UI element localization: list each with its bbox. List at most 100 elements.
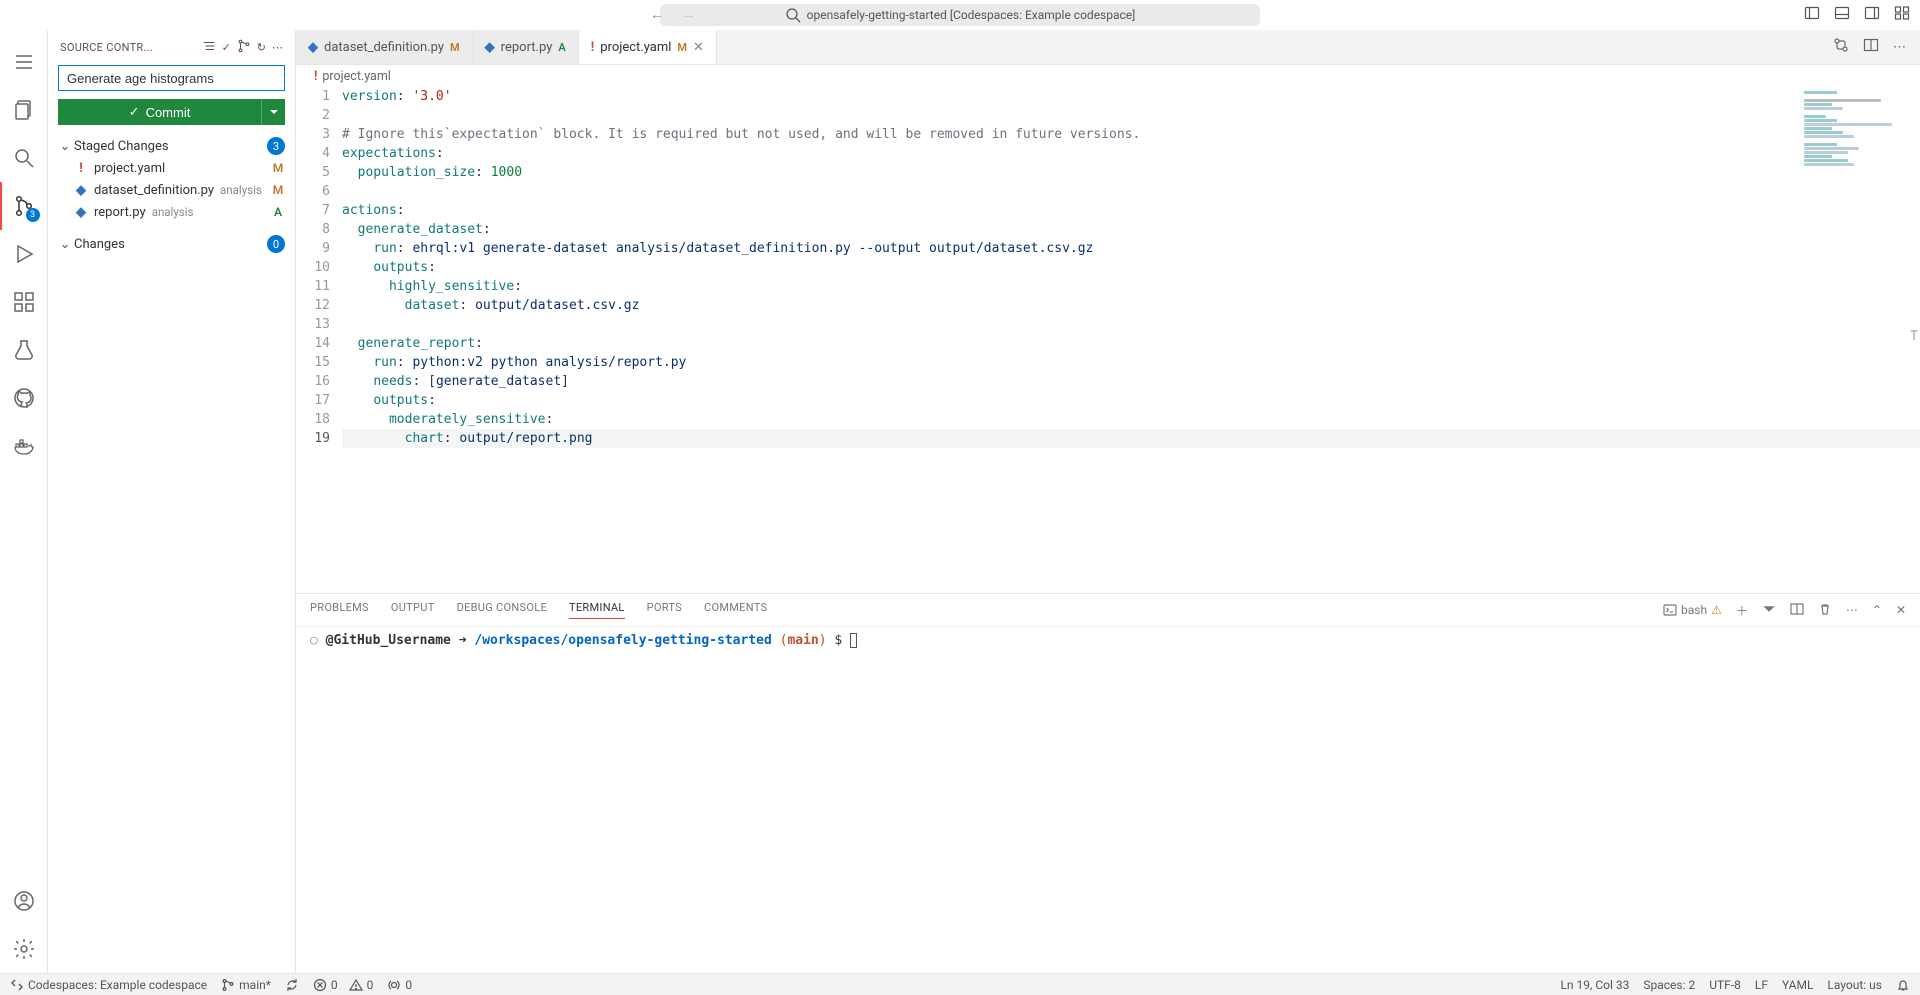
prompt-status-icon: ○	[310, 633, 318, 648]
terminal-dropdown-icon[interactable]	[1762, 602, 1776, 619]
activity-accounts[interactable]	[0, 877, 48, 925]
code-line[interactable]: highly_sensitive:	[342, 277, 1920, 296]
code-line[interactable]: generate_dataset:	[342, 220, 1920, 239]
panel-left-icon[interactable]	[1804, 5, 1820, 25]
activity-menu[interactable]	[0, 38, 48, 86]
panel-tab[interactable]: PORTS	[647, 601, 682, 619]
activity-explorer[interactable]	[0, 86, 48, 134]
editor-tab[interactable]: !project.yamlM✕	[579, 30, 717, 64]
close-panel-icon[interactable]: ✕	[1896, 603, 1906, 617]
activity-source-control[interactable]: 3	[0, 182, 48, 230]
status-eol[interactable]: LF	[1755, 978, 1768, 992]
kill-terminal-icon[interactable]	[1818, 602, 1832, 619]
activity-docker[interactable]	[0, 422, 48, 470]
tab-status: M	[677, 41, 687, 54]
code-line[interactable]: expectations:	[342, 144, 1920, 163]
split-editor-icon[interactable]	[1863, 37, 1879, 57]
code-line[interactable]	[342, 182, 1920, 201]
staged-file[interactable]: ◆report.pyanalysisA	[58, 201, 285, 223]
panel-tab[interactable]: PROBLEMS	[310, 601, 369, 619]
panel-tab[interactable]: DEBUG CONSOLE	[457, 601, 547, 619]
more-actions-icon[interactable]: ⋯	[1893, 40, 1906, 55]
breadcrumb-file: project.yaml	[322, 69, 390, 84]
new-terminal-icon[interactable]: ＋	[1736, 602, 1748, 619]
status-sync[interactable]	[285, 978, 299, 992]
split-terminal-icon[interactable]	[1790, 602, 1804, 619]
view-as-tree-icon[interactable]	[202, 39, 216, 56]
editor-tab[interactable]: ◆report.pyA	[473, 30, 579, 64]
status-branch[interactable]: main*	[221, 978, 271, 992]
staged-file[interactable]: !project.yamlM	[58, 157, 285, 179]
status-remote[interactable]: Codespaces: Example codespace	[10, 978, 207, 992]
status-encoding[interactable]: UTF-8	[1709, 978, 1741, 992]
status-problems[interactable]: 0 0	[313, 978, 373, 992]
more-icon[interactable]: ⋯	[272, 41, 283, 54]
status-layout[interactable]: Layout: us	[1827, 978, 1882, 992]
code-line[interactable]: needs: [generate_dataset]	[342, 372, 1920, 391]
code-line[interactable]: generate_report:	[342, 334, 1920, 353]
code-editor[interactable]: 12345678910111213141516171819 version: '…	[296, 87, 1920, 593]
command-center[interactable]: opensafely-getting-started [Codespaces: …	[660, 4, 1260, 26]
editor-area: ◆dataset_definition.pyM◆report.pyA!proje…	[296, 30, 1920, 973]
status-language[interactable]: YAML	[1782, 978, 1813, 992]
code-line[interactable]	[342, 315, 1920, 334]
activity-settings[interactable]	[0, 925, 48, 973]
nav-forward-icon[interactable]: →	[682, 6, 696, 23]
scm-branch-icon[interactable]	[237, 39, 251, 56]
staged-changes-header[interactable]: ⌄ Staged Changes 3	[58, 135, 285, 157]
panel-tab[interactable]: COMMENTS	[704, 601, 767, 619]
status-ports[interactable]: 0	[387, 978, 412, 992]
code-line[interactable]: # Ignore this`expectation` block. It is …	[342, 125, 1920, 144]
close-icon[interactable]: ✕	[693, 40, 704, 55]
editor-tab[interactable]: ◆dataset_definition.pyM	[296, 30, 473, 64]
activity-testing[interactable]	[0, 326, 48, 374]
terminal-body[interactable]: ○ @GitHub_Username ➜ /workspaces/opensaf…	[296, 627, 1920, 973]
code-line[interactable]: dataset: output/dataset.csv.gz	[342, 296, 1920, 315]
activity-run-debug[interactable]	[0, 230, 48, 278]
panel-bottom-icon[interactable]	[1834, 5, 1850, 25]
panel-tab[interactable]: TERMINAL	[569, 601, 625, 619]
layout-customize-icon[interactable]	[1894, 5, 1910, 25]
status-notifications[interactable]	[1896, 978, 1910, 992]
status-spaces[interactable]: Spaces: 2	[1643, 978, 1695, 992]
maximize-panel-icon[interactable]: ⌃	[1872, 603, 1882, 617]
panel-more-icon[interactable]: ⋯	[1846, 603, 1858, 617]
file-icon: ◆	[308, 40, 318, 55]
commit-button-label: Commit	[146, 105, 191, 120]
code-line[interactable]	[342, 106, 1920, 125]
code-line[interactable]: chart: output/report.png	[342, 429, 1920, 448]
code-line[interactable]: population_size: 1000	[342, 163, 1920, 182]
code-line[interactable]: outputs:	[342, 391, 1920, 410]
prompt-symbol: $	[834, 633, 842, 648]
prompt-user: @GitHub_Username	[326, 633, 451, 648]
code-line[interactable]: run: ehrql:v1 generate-dataset analysis/…	[342, 239, 1920, 258]
staged-changes-label: Staged Changes	[74, 139, 169, 154]
code-line[interactable]: outputs:	[342, 258, 1920, 277]
code-line[interactable]: moderately_sensitive:	[342, 410, 1920, 429]
compare-changes-icon[interactable]	[1833, 37, 1849, 57]
panel-right-icon[interactable]	[1864, 5, 1880, 25]
nav-back-icon[interactable]: ←	[650, 6, 664, 23]
file-name: dataset_definition.py	[94, 183, 214, 198]
breadcrumb[interactable]: ! project.yaml	[296, 65, 1920, 87]
prompt-path: /workspaces/opensafely-getting-started	[474, 633, 771, 648]
terminal-shell-label[interactable]: bash⚠	[1663, 603, 1722, 617]
staged-file[interactable]: ◆dataset_definition.pyanalysisM	[58, 179, 285, 201]
status-ln-col[interactable]: Ln 19, Col 33	[1560, 978, 1629, 992]
code-line[interactable]: actions:	[342, 201, 1920, 220]
code-line[interactable]: version: '3.0'	[342, 87, 1920, 106]
panel-tab[interactable]: OUTPUT	[391, 601, 435, 619]
commit-dropdown[interactable]	[261, 99, 285, 125]
changes-header[interactable]: ⌄ Changes 0	[58, 233, 285, 255]
commit-check-icon[interactable]: ✓	[222, 41, 231, 54]
activity-search[interactable]	[0, 134, 48, 182]
commit-button[interactable]: ✓ Commit	[58, 99, 261, 125]
activity-extensions[interactable]	[0, 278, 48, 326]
changes-label: Changes	[74, 237, 125, 252]
tab-label: project.yaml	[600, 40, 671, 55]
commit-message-input[interactable]	[58, 65, 285, 91]
activity-github[interactable]	[0, 374, 48, 422]
prompt-branch: main	[787, 633, 818, 648]
code-line[interactable]: run: python:v2 python analysis/report.py	[342, 353, 1920, 372]
refresh-icon[interactable]: ↻	[257, 41, 266, 54]
